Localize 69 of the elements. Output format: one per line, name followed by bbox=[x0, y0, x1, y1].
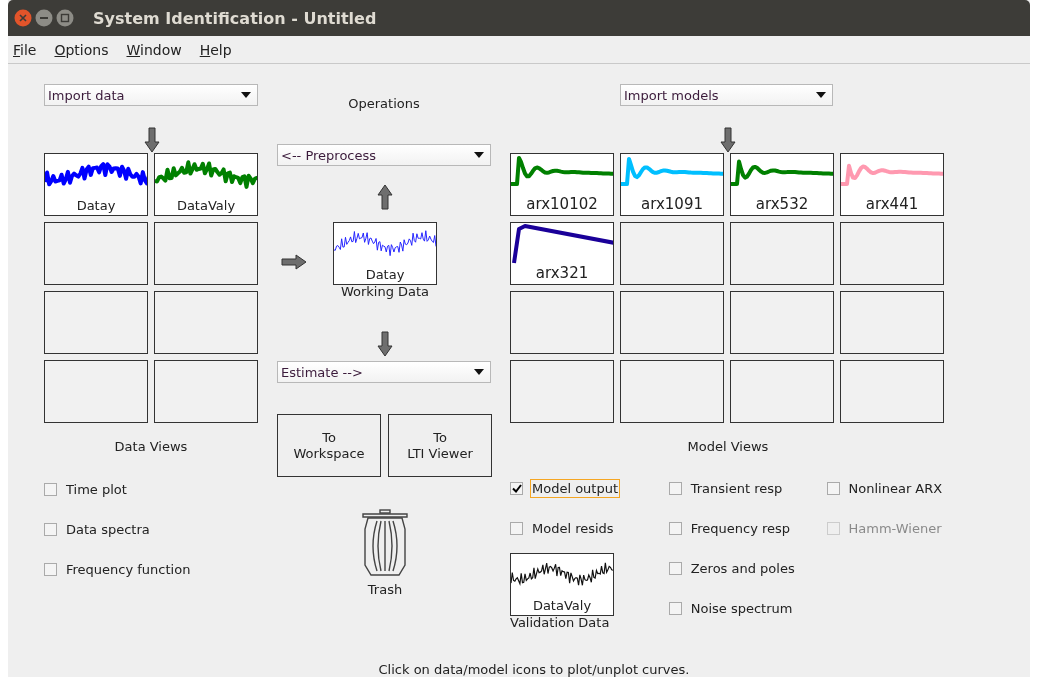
data-tile[interactable]: DataValy bbox=[510, 553, 614, 616]
right-arrow-icon bbox=[281, 254, 307, 270]
caret-icon bbox=[816, 92, 826, 98]
maximize-icon[interactable] bbox=[56, 9, 74, 27]
up-arrow-icon bbox=[377, 184, 393, 210]
trash-label: Trash bbox=[367, 583, 403, 597]
checkbox-label[interactable]: Noise spectrum bbox=[688, 598, 795, 618]
model-tile[interactable]: arx10102 bbox=[510, 153, 614, 216]
section-title: Operations bbox=[348, 96, 420, 111]
tile-caption: Validation Data bbox=[510, 616, 610, 630]
menu-item[interactable]: Help bbox=[199, 41, 232, 58]
tile-label: Datay bbox=[364, 267, 406, 282]
checkbox-label[interactable]: Transient resp bbox=[688, 478, 785, 498]
checkbox-label[interactable]: Nonlinear ARX bbox=[846, 478, 945, 498]
checkbox[interactable] bbox=[668, 601, 682, 615]
checkbox[interactable] bbox=[44, 562, 57, 576]
checkbox-label[interactable]: Frequency function bbox=[64, 559, 193, 579]
checkbox[interactable] bbox=[826, 481, 840, 495]
model-tile[interactable]: arx321 bbox=[510, 222, 614, 285]
checkbox[interactable] bbox=[668, 561, 682, 575]
minimize-icon[interactable] bbox=[35, 9, 53, 27]
tile-label: arx321 bbox=[534, 264, 590, 282]
window-title: System Identification - Untitled bbox=[93, 8, 377, 28]
down-arrow-icon bbox=[377, 331, 393, 357]
tile-label: Datay bbox=[75, 198, 117, 213]
caret-icon bbox=[241, 92, 251, 98]
dropdown[interactable]: Estimate --> bbox=[277, 361, 491, 383]
dropdown[interactable]: Import data bbox=[44, 84, 258, 106]
checkbox[interactable] bbox=[668, 481, 682, 495]
data-tile[interactable]: Datay bbox=[333, 222, 437, 285]
data-tile[interactable]: Datay bbox=[44, 153, 148, 216]
section-title: Data Views bbox=[114, 439, 188, 454]
menu-item[interactable]: Options bbox=[54, 41, 109, 58]
trash-can-icon[interactable] bbox=[361, 509, 409, 577]
checkbox-label[interactable]: Frequency resp bbox=[688, 518, 793, 538]
status-text: Click on data/model icons to plot/unplot curves. bbox=[378, 662, 690, 677]
checkbox-label[interactable]: Zeros and poles bbox=[688, 558, 797, 578]
model-tile[interactable]: arx441 bbox=[840, 153, 944, 216]
caret-icon bbox=[474, 152, 484, 158]
tile-label: arx1091 bbox=[640, 195, 704, 213]
tile-label: arx532 bbox=[754, 195, 810, 213]
checkbox[interactable] bbox=[44, 522, 57, 536]
down-arrow-icon bbox=[720, 127, 736, 153]
caret-icon bbox=[474, 369, 484, 375]
checkbox[interactable] bbox=[668, 521, 682, 535]
push-button[interactable]: To Workspace bbox=[277, 414, 381, 477]
push-button[interactable]: To LTI Viewer bbox=[388, 414, 492, 477]
model-tile[interactable]: arx532 bbox=[730, 153, 834, 216]
tile-label: arx10102 bbox=[525, 195, 599, 213]
dropdown[interactable]: Import models bbox=[620, 84, 833, 106]
down-arrow-icon bbox=[144, 127, 160, 153]
tile-caption: Working Data bbox=[340, 285, 430, 299]
checkbox-label[interactable]: Data spectra bbox=[64, 519, 152, 539]
close-icon[interactable] bbox=[14, 9, 32, 27]
menu-item[interactable]: Window bbox=[126, 41, 182, 58]
checkbox-label[interactable]: Model resids bbox=[530, 518, 616, 538]
menu-item[interactable]: File bbox=[13, 41, 37, 58]
tile-label: arx441 bbox=[864, 195, 920, 213]
checkbox[interactable] bbox=[510, 481, 523, 495]
checkbox-label[interactable]: Model output bbox=[530, 478, 621, 498]
checkbox[interactable] bbox=[510, 521, 523, 535]
section-title: Model Views bbox=[687, 439, 769, 454]
dropdown[interactable]: <-- Preprocess bbox=[277, 144, 491, 166]
checkbox[interactable] bbox=[44, 482, 57, 496]
data-tile[interactable]: DataValy bbox=[154, 153, 258, 216]
checkbox-label[interactable]: Time plot bbox=[64, 479, 129, 499]
tile-label: DataValy bbox=[175, 198, 237, 213]
tile-label: DataValy bbox=[531, 598, 593, 613]
model-tile[interactable]: arx1091 bbox=[620, 153, 724, 216]
